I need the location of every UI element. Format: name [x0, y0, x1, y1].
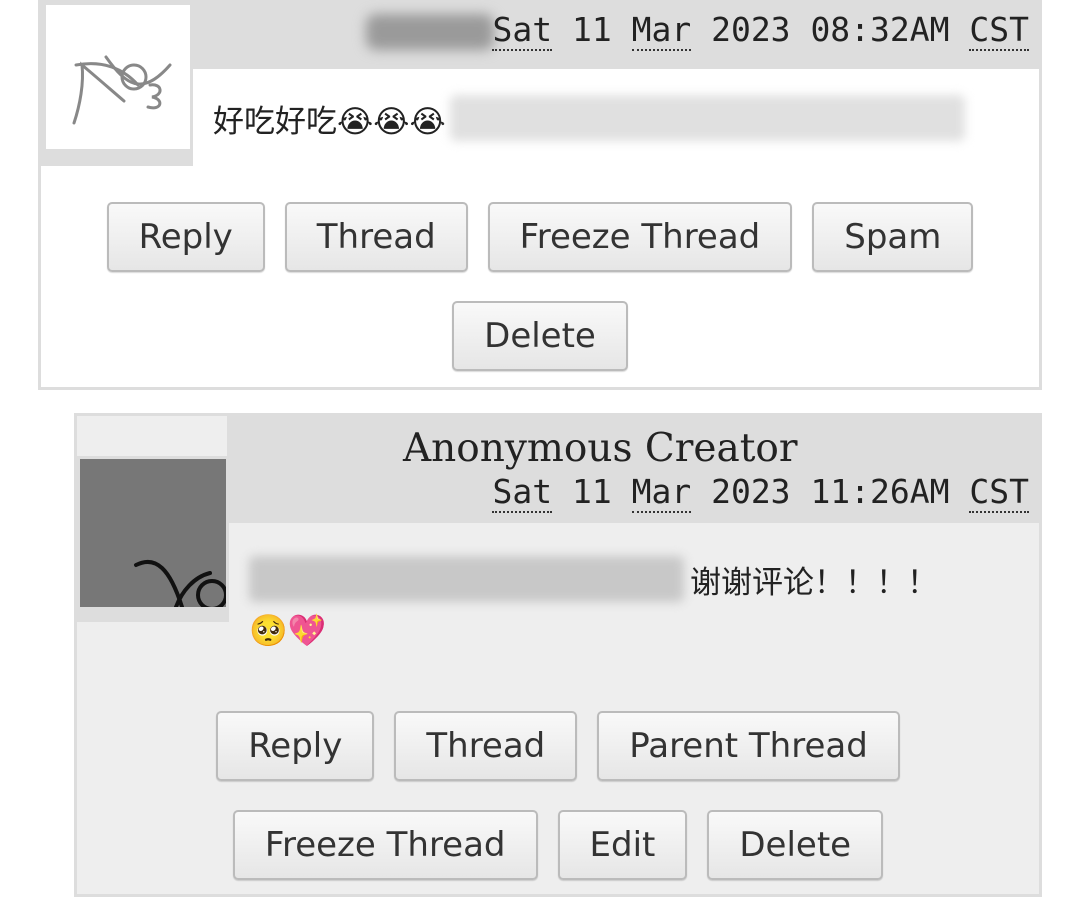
date-month: Mar — [631, 472, 692, 513]
author-name-redacted — [366, 14, 494, 50]
comment: Sat 11 Mar 2023 08:32AM CST 好吃好吃😭😭😭 Repl… — [38, 0, 1042, 390]
comment-actions-secondary: Delete — [41, 301, 1039, 371]
delete-button[interactable]: Delete — [452, 301, 628, 371]
thread-button[interactable]: Thread — [394, 711, 578, 781]
comment-emojis: 🥺💖 — [249, 613, 327, 649]
comment-reply: Anonymous Creator Sat 11 Mar 2023 11:26A… — [74, 413, 1042, 897]
author-name[interactable]: Anonymous Creator — [403, 426, 798, 471]
reply-button[interactable]: Reply — [216, 711, 375, 781]
comment-text: 好吃好吃😭😭😭 — [213, 103, 446, 140]
date-time: 11:26AM — [810, 472, 950, 511]
thread-button[interactable]: Thread — [284, 202, 468, 272]
avatar-sketch-icon — [134, 559, 226, 607]
comment-body: 好吃好吃😭😭😭 — [213, 95, 965, 141]
comment-actions-secondary: Freeze Thread Edit Delete — [77, 810, 1039, 880]
comment-date: Sat 11 Mar 2023 08:32AM CST — [492, 10, 1029, 51]
avatar-sketch-icon — [72, 55, 172, 125]
date-weekday: Sat — [492, 472, 553, 513]
avatar[interactable] — [77, 456, 229, 622]
parent-thread-button[interactable]: Parent Thread — [597, 711, 900, 781]
date-day: 11 — [571, 472, 612, 511]
redacted-text — [449, 95, 965, 141]
comment-date: Sat 11 Mar 2023 11:26AM CST — [492, 472, 1029, 513]
spam-button[interactable]: Spam — [812, 202, 974, 272]
edit-button[interactable]: Edit — [557, 810, 688, 880]
redacted-text — [249, 556, 684, 602]
date-month: Mar — [631, 10, 692, 51]
avatar[interactable] — [41, 0, 193, 166]
date-time: 08:32AM — [810, 10, 950, 49]
comment-actions: Reply Thread Parent Thread — [77, 711, 1039, 781]
comment-header: Sat 11 Mar 2023 08:32AM CST — [191, 0, 1039, 69]
date-year: 2023 — [711, 10, 791, 49]
freeze-thread-button[interactable]: Freeze Thread — [487, 202, 793, 272]
date-year: 2023 — [711, 472, 791, 511]
date-timezone: CST — [969, 472, 1029, 513]
date-day: 11 — [571, 10, 612, 49]
comment-actions: Reply Thread Freeze Thread Spam — [41, 202, 1039, 272]
comment-header: Anonymous Creator Sat 11 Mar 2023 11:26A… — [227, 416, 1039, 523]
comment-body: 谢谢评论！！！！ — [249, 556, 938, 602]
freeze-thread-button[interactable]: Freeze Thread — [232, 810, 538, 880]
date-timezone: CST — [969, 10, 1029, 51]
reply-button[interactable]: Reply — [106, 202, 265, 272]
delete-button[interactable]: Delete — [707, 810, 884, 880]
comment-text: 谢谢评论！！！！ — [690, 564, 938, 601]
date-weekday: Sat — [492, 10, 553, 51]
